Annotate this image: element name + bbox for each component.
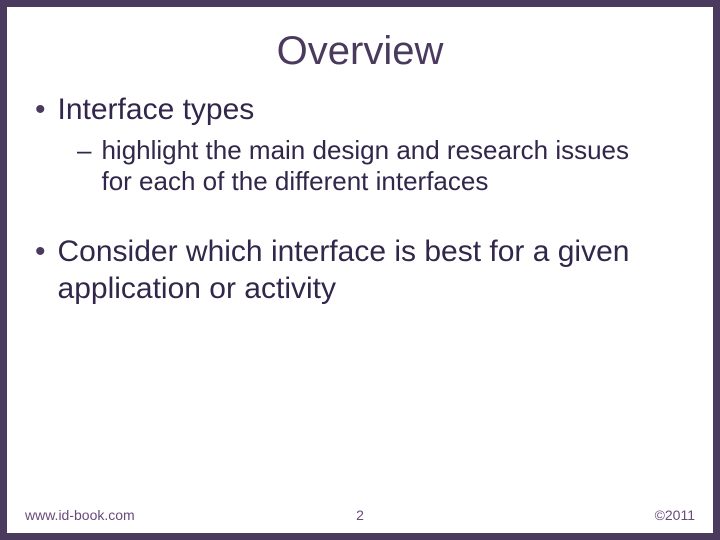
bullet-icon: • (35, 92, 46, 129)
copyright: ©2011 (655, 507, 695, 523)
bullet-item: • Consider which interface is best for a… (35, 234, 685, 307)
sub-bullet-text: highlight the main design and research i… (101, 135, 665, 198)
slide-content: • Interface types – highlight the main d… (7, 92, 713, 307)
bullet-icon: • (35, 234, 46, 271)
page-number: 2 (7, 507, 713, 523)
slide-title: Overview (7, 7, 713, 92)
slide: Overview • Interface types – highlight t… (0, 0, 720, 540)
bullet-item: • Interface types (35, 92, 685, 129)
dash-icon: – (77, 135, 91, 167)
sub-bullet-item: – highlight the main design and research… (77, 135, 665, 198)
bullet-text: Interface types (58, 92, 255, 129)
bullet-text: Consider which interface is best for a g… (58, 234, 685, 307)
